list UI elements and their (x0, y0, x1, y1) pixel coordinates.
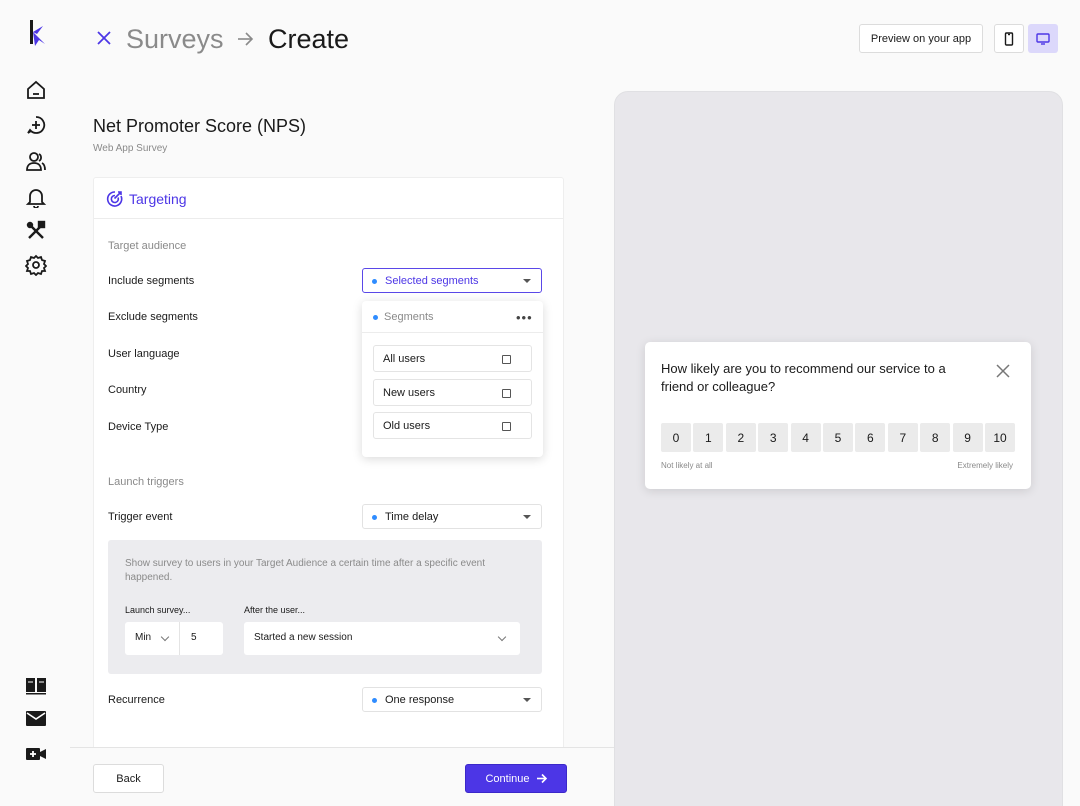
after-event-value: Started a new session (254, 632, 353, 643)
segments-dropdown: Segments ••• All users New users Old use… (362, 301, 543, 457)
delay-amount-input[interactable]: 5 (179, 622, 223, 655)
survey-subtitle: Web App Survey (93, 143, 168, 154)
nps-score-button[interactable]: 4 (790, 423, 821, 452)
status-dot (373, 315, 378, 320)
mobile-view-button[interactable] (994, 24, 1024, 53)
status-dot (372, 279, 377, 284)
targeting-header: Targeting (94, 178, 563, 219)
nps-score-button[interactable]: 3 (758, 423, 789, 452)
tools-icon[interactable] (24, 219, 48, 243)
launch-survey-label: Launch survey... (125, 605, 191, 615)
nps-score-button[interactable]: 5 (823, 423, 853, 452)
targeting-card: Targeting (93, 177, 564, 767)
desktop-view-button[interactable] (1028, 24, 1058, 53)
survey-title: Net Promoter Score (NPS) (93, 116, 307, 136)
segment-option-all-users[interactable]: All users (373, 345, 532, 372)
close-icon[interactable] (94, 28, 114, 48)
settings-icon[interactable] (24, 253, 48, 277)
include-segments-select[interactable]: Selected segments (362, 268, 542, 293)
time-delay-description: Show survey to users in your Target Audi… (125, 558, 485, 583)
book-icon[interactable] (24, 673, 48, 697)
recurrence-label: Recurrence (108, 694, 165, 706)
exclude-segments-label: Exclude segments (108, 311, 198, 323)
more-options-icon[interactable]: ••• (516, 310, 533, 325)
home-icon[interactable] (24, 78, 48, 102)
checkbox[interactable] (502, 389, 511, 398)
caret-down-icon (523, 515, 531, 519)
caret-down-icon (523, 698, 531, 702)
device-type-label: Device Type (108, 421, 169, 433)
delay-amount-value: 5 (191, 632, 197, 643)
chevron-down-icon (160, 632, 170, 642)
header: Surveys Create Preview on your app (70, 0, 1080, 80)
video-plus-icon[interactable] (24, 742, 48, 766)
nps-score-button[interactable]: 7 (887, 423, 918, 452)
segment-option-label: New users (383, 387, 435, 399)
include-segments-value: Selected segments (385, 274, 479, 287)
nps-question: How likely are you to recommend our serv… (661, 361, 946, 394)
trigger-event-value: Time delay (385, 510, 439, 523)
chat-plus-icon[interactable] (24, 113, 48, 137)
checkbox[interactable] (502, 355, 511, 364)
caret-down-icon (523, 279, 531, 283)
arrow-right-icon (238, 32, 254, 46)
delay-unit-value: Min (135, 632, 152, 643)
segment-option-label: All users (383, 353, 426, 365)
targeting-title: Targeting (129, 191, 187, 207)
target-icon (106, 191, 123, 207)
delay-unit-select[interactable]: Min (125, 622, 179, 655)
launch-triggers-label: Launch triggers (108, 476, 184, 488)
country-label: Country (108, 384, 147, 396)
nps-score-button[interactable]: 8 (920, 423, 951, 452)
segment-option-label: Old users (383, 420, 431, 432)
segment-option-old-users[interactable]: Old users (373, 412, 532, 439)
status-dot (372, 515, 377, 520)
continue-button[interactable]: Continue (465, 764, 567, 793)
nps-score-button[interactable]: 10 (985, 423, 1015, 452)
footer-bar: Back Continue (70, 747, 614, 806)
breadcrumb-surveys[interactable]: Surveys (126, 24, 224, 55)
page-title: Create (268, 24, 350, 54)
bell-icon[interactable] (24, 185, 48, 209)
recurrence-value: One response (385, 693, 455, 706)
nps-score-button[interactable]: 1 (693, 423, 724, 452)
segments-header-label: Segments (384, 311, 434, 323)
nps-high-label: Extremely likely (957, 461, 1013, 470)
mobile-icon (1004, 31, 1014, 46)
checkbox[interactable] (502, 422, 511, 431)
close-icon[interactable] (996, 364, 1010, 378)
chevron-down-icon (497, 632, 507, 642)
time-delay-panel: Show survey to users in your Target Audi… (108, 540, 542, 674)
segments-dropdown-header: Segments ••• (362, 301, 543, 333)
arrow-right-icon (536, 773, 547, 784)
mail-icon[interactable] (24, 706, 48, 730)
recurrence-select[interactable]: One response (362, 687, 542, 712)
nps-score-button[interactable]: 9 (952, 423, 983, 452)
segment-option-new-users[interactable]: New users (373, 379, 532, 406)
include-segments-label: Include segments (108, 275, 195, 287)
back-button[interactable]: Back (93, 764, 164, 793)
sidebar (0, 0, 70, 806)
nps-low-label: Not likely at all (661, 461, 713, 470)
desktop-icon (1036, 32, 1050, 45)
trigger-event-select[interactable]: Time delay (362, 504, 542, 529)
nps-score-button[interactable]: 6 (855, 423, 886, 452)
after-user-label: After the user... (244, 605, 306, 615)
logo-icon[interactable] (27, 18, 49, 48)
users-icon[interactable] (24, 149, 48, 173)
preview-on-app-button[interactable]: Preview on your app (859, 24, 983, 53)
target-audience-label: Target audience (108, 240, 187, 252)
after-event-select[interactable]: Started a new session (244, 622, 520, 655)
trigger-event-label: Trigger event (108, 511, 173, 523)
user-language-label: User language (108, 348, 180, 360)
status-dot (372, 698, 377, 703)
nps-score-button[interactable]: 0 (661, 423, 691, 452)
nps-score-button[interactable]: 2 (725, 423, 756, 452)
nps-survey-card: How likely are you to recommend our serv… (645, 342, 1031, 489)
continue-label: Continue (485, 772, 530, 785)
